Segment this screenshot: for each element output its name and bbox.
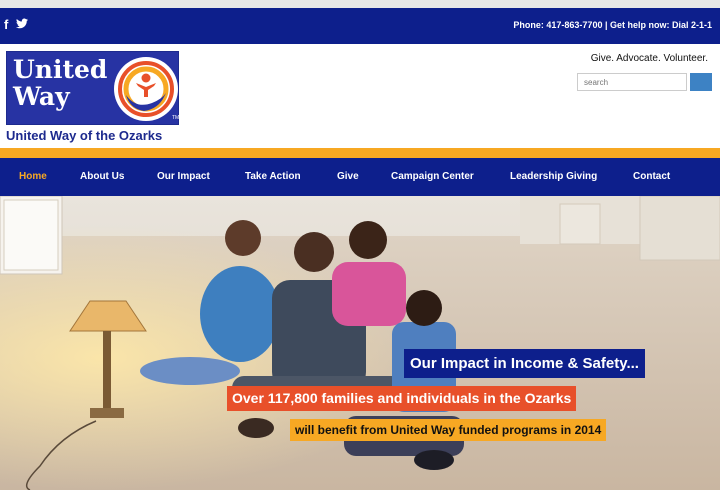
nav-our-impact[interactable]: Our Impact [157, 171, 210, 182]
tagline: Give. Advocate. Volunteer. [590, 53, 708, 64]
logo[interactable]: United Way TM [6, 51, 179, 125]
search-button[interactable] [690, 73, 712, 91]
main-nav: Home About Us Our Impact Take Action Giv… [0, 158, 720, 196]
logo-emblem-icon [114, 57, 178, 121]
hero-banner[interactable] [0, 196, 720, 490]
site-header: United Way TM United Way of the Ozarks G… [0, 44, 720, 148]
nav-home[interactable]: Home [19, 171, 47, 182]
logo-wordmark: United Way [13, 56, 113, 110]
search-input[interactable] [577, 73, 687, 91]
hero-caption-detail: will benefit from United Way funded prog… [290, 419, 607, 441]
hero-caption-stat: Over 117,800 families and individuals in… [227, 386, 577, 411]
nav-give[interactable]: Give [337, 171, 359, 182]
facebook-icon[interactable]: f [4, 18, 8, 32]
hero-photo [0, 196, 720, 490]
trademark-label: TM [172, 115, 180, 121]
top-strip [0, 0, 720, 8]
utility-bar: f Phone: 417-863-7700 | Get help now: Di… [0, 8, 720, 44]
nav-take-action[interactable]: Take Action [245, 171, 301, 182]
logo-line-2: Way [13, 82, 70, 111]
twitter-icon[interactable] [16, 18, 29, 32]
logo-line-1: United [13, 55, 108, 84]
accent-bar [0, 148, 720, 158]
nav-about-us[interactable]: About Us [80, 171, 124, 182]
logo-subtitle: United Way of the Ozarks [6, 128, 163, 143]
hero-caption-title: Our Impact in Income & Safety... [404, 349, 645, 378]
nav-contact[interactable]: Contact [633, 171, 670, 182]
social-links: f [4, 18, 29, 32]
nav-leadership-giving[interactable]: Leadership Giving [510, 171, 597, 182]
contact-phone: Phone: 417-863-7700 | Get help now: Dial… [513, 20, 712, 30]
nav-campaign-center[interactable]: Campaign Center [391, 171, 474, 182]
